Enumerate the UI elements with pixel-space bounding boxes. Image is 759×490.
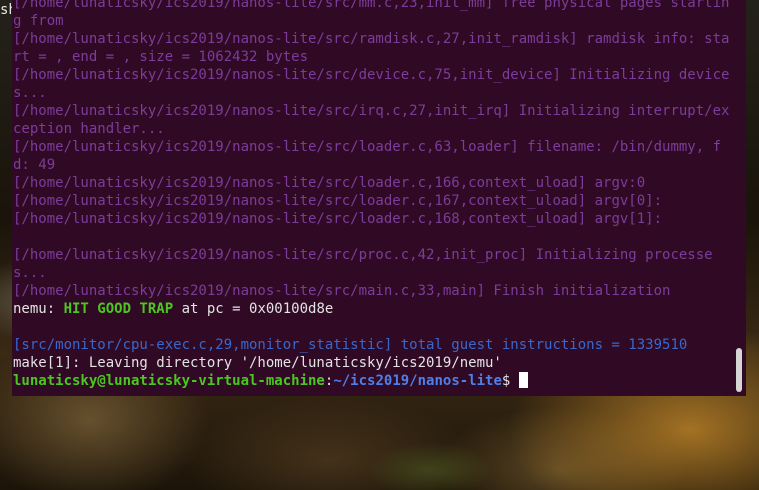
log-line-init-device: [/home/lunaticsky/ics2019/nanos-lite/src… [13, 67, 730, 101]
log-line-init-irq: [/home/lunaticsky/ics2019/nanos-lite/src… [13, 103, 730, 137]
log-line-blank [13, 228, 732, 246]
log-line-init-proc: [/home/lunaticsky/ics2019/nanos-lite/src… [13, 247, 713, 281]
nemu-result-line: nemu: HIT GOOD TRAP at pc = 0x00100d8e [13, 300, 732, 318]
log-line-loader: [/home/lunaticsky/ics2019/nanos-lite/src… [13, 139, 722, 173]
nemu-prefix: nemu: [13, 301, 64, 317]
prompt-symbol: $ [501, 373, 519, 389]
shell-prompt-line[interactable]: lunaticsky@lunaticsky-virtual-machine:~/… [13, 372, 732, 390]
log-line-context-uload-argv0: [/home/lunaticsky/ics2019/nanos-lite/src… [13, 193, 663, 209]
log-line-context-uload-argv1: [/home/lunaticsky/ics2019/nanos-lite/src… [13, 211, 663, 227]
terminal-window[interactable]: [/home/lunaticsky/ics2019/nanos-lite/src… [12, 0, 746, 396]
text-cursor[interactable] [518, 372, 528, 388]
prompt-path: ~/ics2019/nanos-lite [333, 373, 502, 389]
desktop-icon-label: sh [0, 2, 12, 18]
log-line-main-finish: [/home/lunaticsky/ics2019/nanos-lite/src… [13, 283, 671, 299]
nemu-pc-text: at pc = 0x00100d8e [173, 301, 334, 317]
log-line-init-mm: [/home/lunaticsky/ics2019/nanos-lite/src… [13, 0, 730, 29]
terminal-output: [/home/lunaticsky/ics2019/nanos-lite/src… [13, 0, 732, 390]
log-line-init-ramdisk: [/home/lunaticsky/ics2019/nanos-lite/src… [13, 31, 730, 65]
statistic-line: [src/monitor/cpu-exec.c,29,monitor_stati… [13, 337, 688, 353]
terminal-scrollbar[interactable] [736, 348, 742, 392]
log-line-context-uload-argc: [/home/lunaticsky/ics2019/nanos-lite/src… [13, 175, 646, 191]
make-leaving-line: make[1]: Leaving directory '/home/lunati… [13, 355, 502, 371]
prompt-user-host: lunaticsky@lunaticsky-virtual-machine [13, 373, 325, 389]
good-trap-status: HIT GOOD TRAP [63, 301, 174, 317]
